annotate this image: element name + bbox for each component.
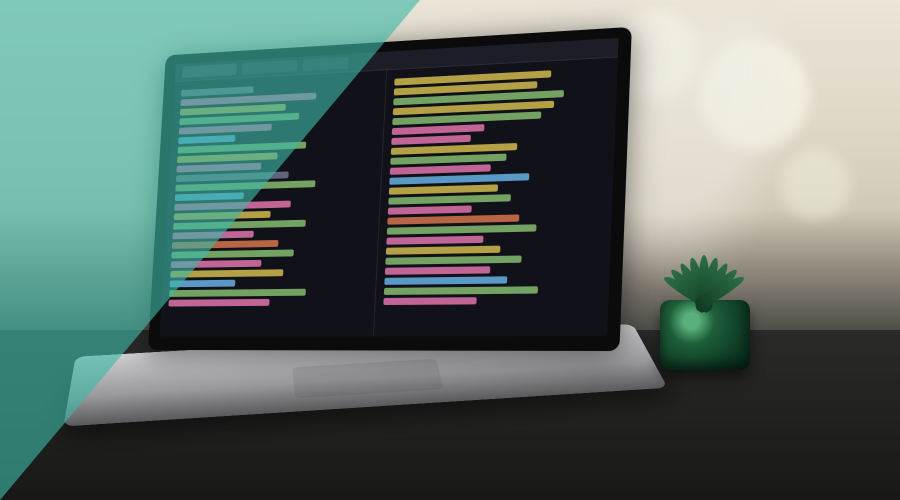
code-line: [171, 249, 294, 258]
code-line: [181, 86, 254, 96]
code-line: [178, 142, 306, 154]
laptop: [80, 40, 640, 470]
code-line: [387, 205, 472, 214]
code-line: [388, 184, 498, 194]
code-line: [175, 180, 315, 191]
code-line: [387, 214, 519, 224]
code-line: [389, 164, 491, 175]
code-line: [172, 240, 279, 249]
code-line: [386, 236, 484, 245]
editor-right-pane: [372, 57, 617, 336]
code-line: [388, 194, 511, 205]
code-line: [175, 192, 244, 201]
code-line: [173, 220, 306, 230]
code-line: [386, 224, 536, 234]
code-line: [176, 163, 261, 173]
code-line: [385, 255, 522, 264]
code-line: [384, 276, 508, 285]
code-line: [391, 135, 471, 145]
code-line: [389, 173, 530, 185]
editor-tab: [303, 57, 349, 71]
code-line: [383, 297, 476, 305]
code-line: [168, 299, 269, 307]
code-line: [170, 280, 236, 288]
code-line: [385, 246, 500, 255]
code-line: [174, 211, 271, 220]
code-line: [383, 286, 537, 295]
code-line: [390, 154, 507, 165]
photo-scene: [0, 0, 900, 500]
editor-screen: [159, 38, 618, 337]
editor-left-pane: [159, 70, 385, 336]
editor-panes: [159, 57, 617, 336]
code-line: [177, 152, 278, 163]
code-line: [171, 260, 262, 268]
laptop-lid: [148, 27, 632, 351]
code-line: [169, 289, 306, 297]
code-line: [179, 124, 272, 135]
code-line: [178, 135, 236, 144]
code-line: [176, 171, 289, 182]
editor-tab: [242, 60, 298, 75]
code-line: [391, 124, 484, 135]
trackpad: [292, 359, 444, 399]
succulent-plant: [650, 250, 760, 370]
code-line: [172, 231, 253, 240]
code-line: [174, 201, 291, 211]
code-line: [170, 269, 283, 277]
code-line: [384, 266, 490, 275]
editor-tab: [182, 63, 237, 77]
